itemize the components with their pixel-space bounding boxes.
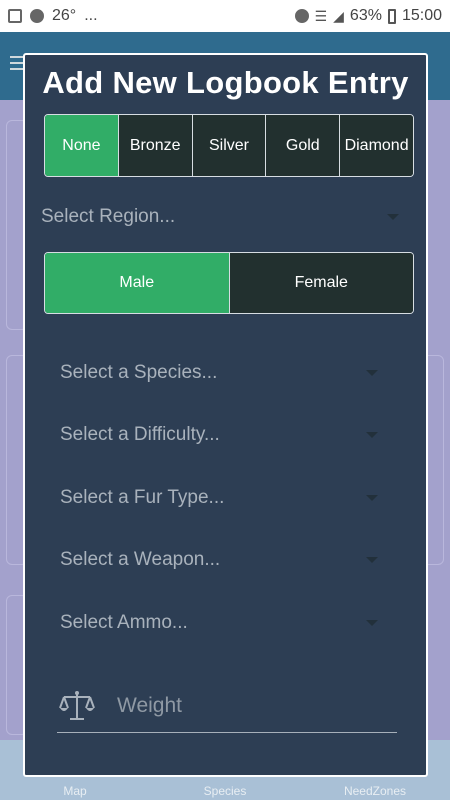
medal-selector: None Bronze Silver Gold Diamond bbox=[44, 114, 414, 177]
weapon-select[interactable]: Select a Weapon... bbox=[60, 544, 378, 576]
chevron-down-icon bbox=[366, 370, 378, 376]
scale-icon bbox=[59, 690, 95, 720]
alarm-icon bbox=[294, 9, 309, 23]
tab-needzones[interactable]: NeedZones bbox=[315, 784, 435, 798]
gender-option-male[interactable]: Male bbox=[45, 253, 230, 313]
region-select-label: Select Region... bbox=[41, 206, 176, 227]
ammo-select[interactable]: Select Ammo... bbox=[60, 607, 378, 639]
clock: 15:00 bbox=[401, 7, 442, 24]
add-logbook-entry-modal: Add New Logbook Entry None Bronze Silver… bbox=[23, 53, 428, 777]
medal-option-gold[interactable]: Gold bbox=[266, 115, 341, 176]
gallery-icon bbox=[8, 9, 22, 23]
medal-option-none[interactable]: None bbox=[45, 115, 119, 176]
weapon-select-label: Select a Weapon... bbox=[60, 549, 221, 570]
tab-species[interactable]: Species bbox=[165, 784, 285, 798]
medal-option-bronze[interactable]: Bronze bbox=[118, 115, 193, 176]
medal-option-silver[interactable]: Silver bbox=[192, 115, 267, 176]
signal-icon: ◢ bbox=[333, 7, 344, 24]
status-bar: 26° ... ☰ ◢ 63% 15:00 bbox=[0, 0, 450, 32]
chevron-down-icon bbox=[366, 432, 378, 438]
region-select[interactable]: Select Region... bbox=[41, 202, 399, 232]
medal-option-diamond[interactable]: Diamond bbox=[340, 115, 413, 176]
chevron-down-icon bbox=[366, 620, 378, 626]
fur-type-select-label: Select a Fur Type... bbox=[60, 487, 225, 508]
fur-type-select[interactable]: Select a Fur Type... bbox=[60, 482, 378, 514]
chevron-down-icon bbox=[366, 557, 378, 563]
battery-level: 63% bbox=[349, 7, 382, 24]
gender-selector: Male Female bbox=[44, 252, 414, 314]
difficulty-select[interactable]: Select a Difficulty... bbox=[60, 419, 378, 451]
species-select[interactable]: Select a Species... bbox=[60, 357, 378, 389]
modal-title: Add New Logbook Entry bbox=[42, 65, 409, 100]
app-notification-icon bbox=[30, 9, 44, 23]
chevron-down-icon bbox=[366, 495, 378, 501]
temperature: 26° bbox=[52, 7, 77, 24]
weight-field bbox=[57, 679, 397, 733]
battery-icon bbox=[387, 8, 396, 24]
gender-option-female[interactable]: Female bbox=[229, 253, 413, 313]
difficulty-select-label: Select a Difficulty... bbox=[60, 424, 220, 445]
wifi-icon: ☰ bbox=[314, 7, 328, 24]
more-notifications: ... bbox=[84, 7, 98, 24]
chevron-down-icon bbox=[387, 214, 399, 220]
species-select-label: Select a Species... bbox=[60, 362, 218, 383]
weight-input[interactable] bbox=[117, 693, 367, 718]
ammo-select-label: Select Ammo... bbox=[60, 612, 188, 633]
tab-map[interactable]: Map bbox=[15, 784, 135, 798]
